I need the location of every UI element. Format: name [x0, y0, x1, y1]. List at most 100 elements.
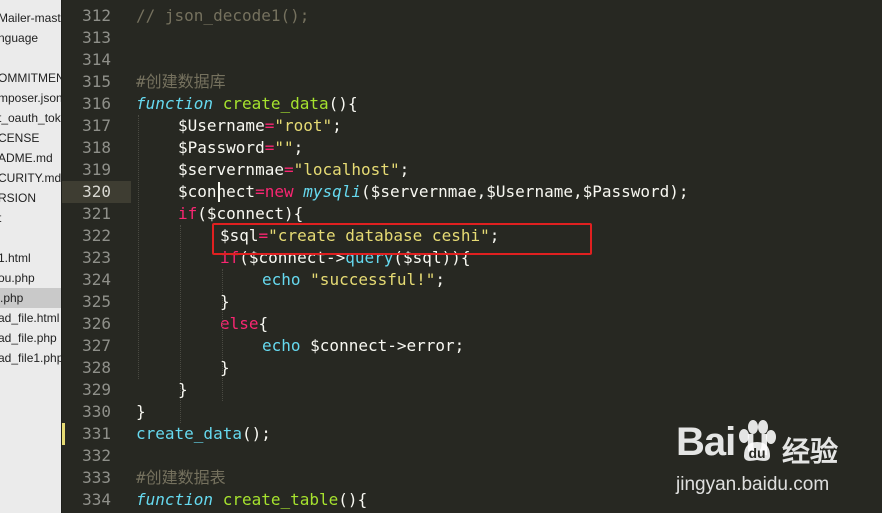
sidebar-file-item[interactable]: OMMITMENT: [0, 68, 61, 88]
code-token: }: [136, 402, 146, 421]
code-token: // json_decode1();: [136, 6, 310, 25]
line-number: 321: [82, 204, 111, 223]
code-token: ;: [332, 116, 342, 135]
file-sidebar: Mailer-mastenguage OMMITMENTmposer.jsont_…: [0, 0, 61, 513]
baidu-jingyan-watermark: Bai u du 经验 jingyan.baidu.com: [676, 416, 876, 506]
line-number: 314: [82, 50, 111, 69]
code-line[interactable]: }: [136, 401, 146, 423]
code-token: mysqli: [303, 182, 362, 201]
line-number: 330: [82, 402, 111, 421]
code-line[interactable]: echo "successful!";: [262, 269, 445, 291]
code-line[interactable]: else{: [220, 313, 268, 335]
code-token: ;: [293, 138, 304, 157]
sidebar-file-item[interactable]: ADME.md: [0, 148, 53, 168]
line-number: 316: [82, 94, 111, 113]
indent-guide: [138, 115, 140, 379]
code-token: #创建数据库: [136, 72, 226, 91]
sidebar-file-item[interactable]: t: [0, 208, 1, 228]
sidebar-file-item[interactable]: CURITY.md: [0, 168, 61, 188]
code-token: create_data: [136, 424, 242, 443]
code-token: ();: [241, 424, 271, 443]
sidebar-file-item[interactable]: ou.php: [0, 268, 35, 288]
line-number: 315: [82, 72, 111, 91]
code-token: function: [136, 94, 214, 113]
code-line[interactable]: function create_table(){: [136, 489, 367, 511]
code-line[interactable]: $Password="";: [178, 137, 303, 159]
line-number: 324: [82, 270, 111, 289]
code-token: =: [283, 160, 294, 179]
text-cursor: [218, 182, 220, 202]
line-number: 334: [82, 490, 111, 509]
sidebar-file-item[interactable]: Mailer-maste: [0, 8, 61, 28]
line-number: 326: [82, 314, 111, 333]
code-line[interactable]: function create_data(){: [136, 93, 358, 115]
indent-guide: [222, 269, 224, 401]
code-token: else: [220, 314, 259, 333]
code-line[interactable]: // json_decode1();: [136, 5, 309, 27]
sidebar-file-item[interactable]: t_oauth_tok: [0, 108, 61, 128]
line-number: 333: [82, 468, 111, 487]
sidebar-file-item[interactable]: ad_file.html: [0, 308, 59, 328]
sidebar-file-item[interactable]: CENSE: [0, 128, 39, 148]
sidebar-file-item[interactable]: nguage: [0, 28, 38, 48]
code-line[interactable]: $servernmae="localhost";: [178, 159, 409, 181]
code-token: $Username: [178, 116, 265, 135]
line-number: 317: [82, 116, 111, 135]
code-token: "successful!": [310, 270, 436, 289]
line-number: 320: [82, 182, 111, 201]
watermark-url: jingyan.baidu.com: [676, 474, 830, 495]
line-number: 328: [82, 358, 111, 377]
code-token: =: [255, 182, 265, 201]
code-token: ($connect){: [197, 204, 304, 223]
line-number: 327: [82, 336, 111, 355]
code-line[interactable]: create_data();: [136, 423, 271, 445]
code-token: {: [258, 314, 269, 333]
code-token: echo: [262, 336, 301, 355]
code-token: $servernmae: [178, 160, 284, 179]
sidebar-file-item[interactable]: .php: [0, 288, 61, 308]
line-number: 323: [82, 248, 111, 267]
code-token: $connect: [178, 182, 256, 201]
code-line[interactable]: $Username="root";: [178, 115, 342, 137]
code-line[interactable]: $connect=new mysqli($servernmae,$Usernam…: [178, 181, 689, 203]
code-token: "root": [274, 116, 333, 135]
sidebar-file-item[interactable]: 1.html: [0, 248, 31, 268]
code-token: $connect->error;: [300, 336, 465, 355]
code-line[interactable]: if($connect){: [178, 203, 303, 225]
svg-text:du: du: [748, 445, 765, 461]
code-token: new: [264, 182, 294, 201]
baidu-paw-icon: du: [739, 420, 776, 461]
code-token: =: [264, 138, 275, 157]
line-number: 329: [82, 380, 111, 399]
code-token: ($servernmae,$Username,$Password);: [361, 182, 689, 201]
indent-guide: [180, 225, 182, 423]
code-token: (){: [338, 490, 368, 509]
sidebar-file-item[interactable]: ad_file1.php: [0, 348, 61, 368]
line-number: 312: [82, 6, 111, 25]
line-number: 319: [82, 160, 111, 179]
code-token: "localhost": [293, 160, 400, 179]
code-line[interactable]: #创建数据库: [136, 71, 226, 93]
sidebar-file-item[interactable]: mposer.json: [0, 88, 61, 108]
code-token: create_data: [222, 94, 329, 113]
sidebar-file-item[interactable]: RSION: [0, 188, 36, 208]
code-token: ;: [435, 270, 446, 289]
code-token: ;: [399, 160, 410, 179]
annotation-highlight-box: [212, 223, 592, 255]
code-token: echo: [262, 270, 301, 289]
code-token: $Password: [178, 138, 265, 157]
code-token: =: [264, 116, 275, 135]
line-number: 325: [82, 292, 111, 311]
sidebar-file-item[interactable]: ad_file.php: [0, 328, 57, 348]
line-number: 331: [82, 424, 111, 443]
code-token: function: [136, 490, 214, 509]
code-line[interactable]: #创建数据表: [136, 467, 226, 489]
line-number: 322: [82, 226, 111, 245]
code-token: "": [274, 138, 294, 157]
code-line[interactable]: echo $connect->error;: [262, 335, 464, 357]
line-number: 318: [82, 138, 111, 157]
